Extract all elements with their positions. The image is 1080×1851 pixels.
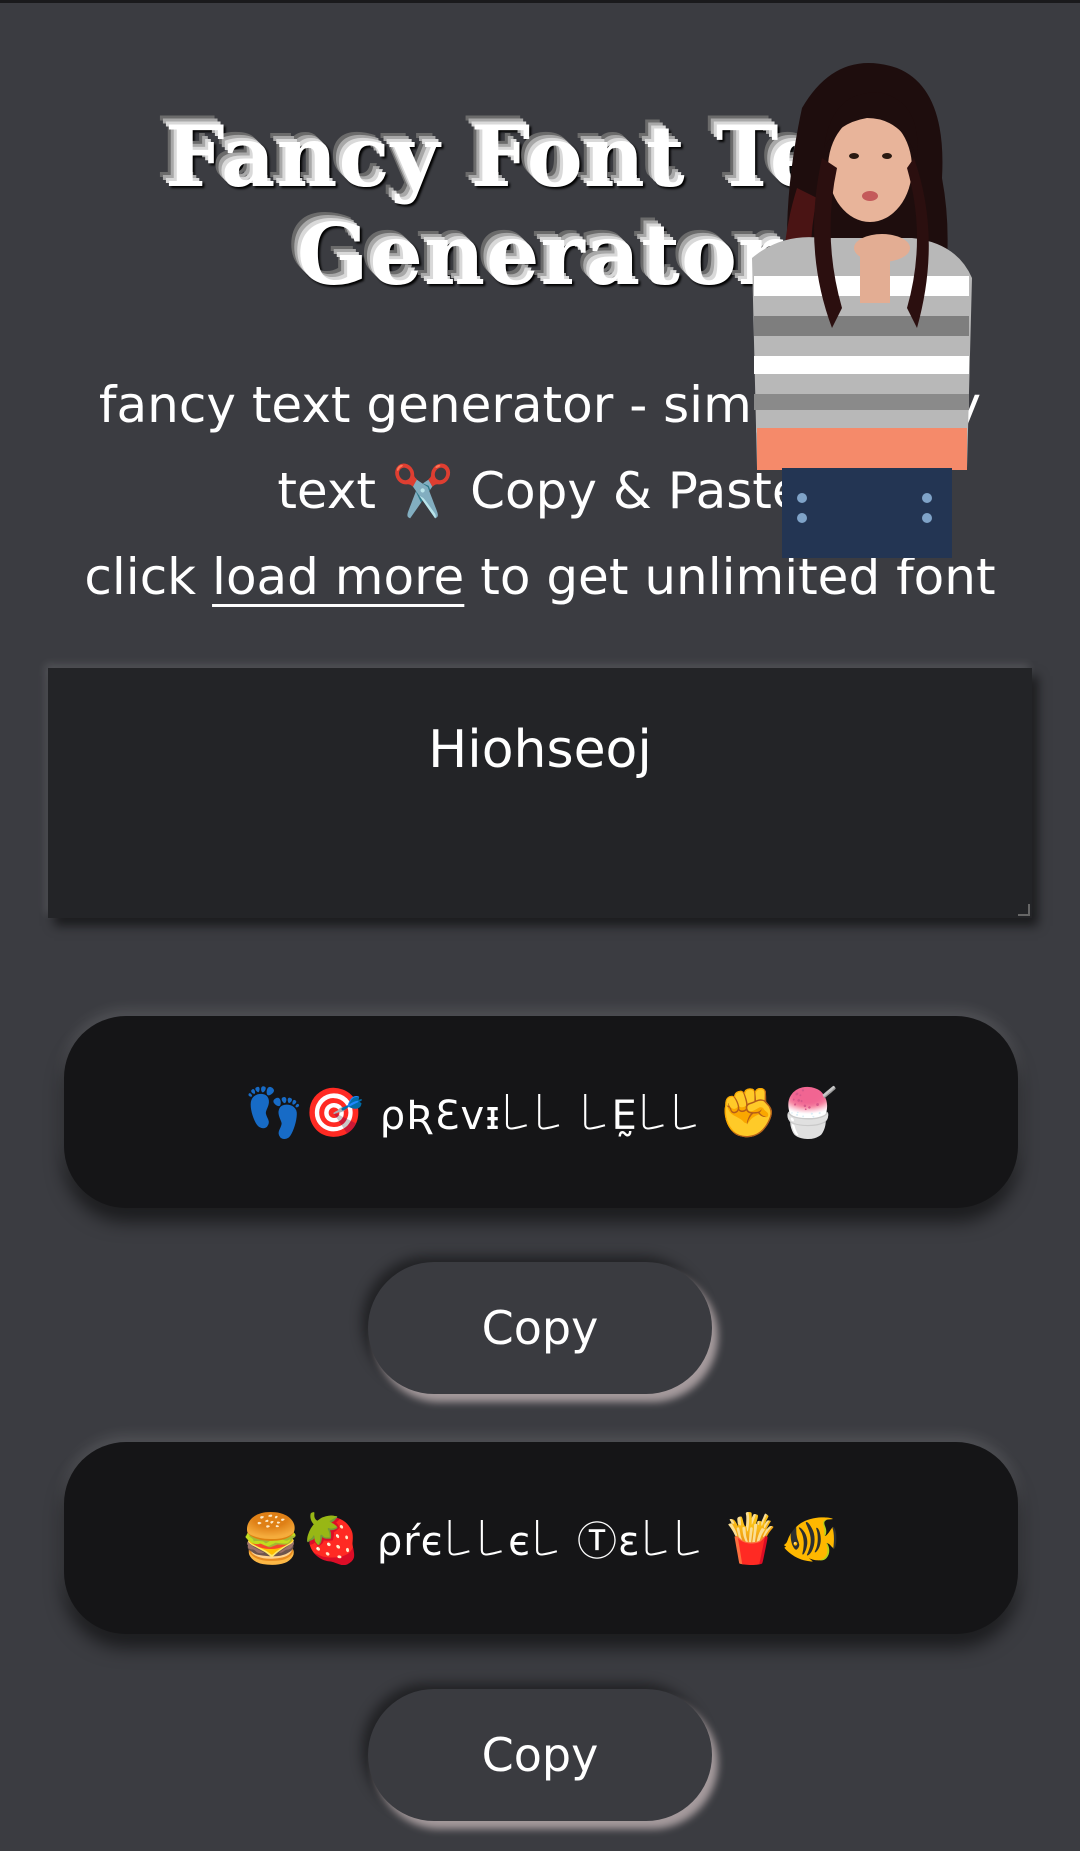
result-emoji-left: 👣🎯	[244, 1084, 364, 1141]
result-emoji-right: 🍟🐠	[721, 1510, 841, 1567]
intro-line-3-pre: click	[84, 548, 197, 606]
font-result-card[interactable]: 🍔🍓 ρŕє꒒꒒є꒒ Ⓣε꒒꒒ 🍟🐠	[64, 1442, 1018, 1634]
resize-grip[interactable]	[1018, 904, 1030, 916]
result-emoji-left: 🍔🍓	[241, 1510, 361, 1567]
text-input-box[interactable]	[48, 668, 1032, 918]
scissors-icon: ✂️	[391, 462, 455, 520]
person-photo	[752, 63, 972, 558]
load-more-link[interactable]: load more	[212, 548, 464, 606]
result-emoji-right: ✊🍧	[718, 1084, 838, 1141]
top-border	[0, 0, 1080, 3]
text-input[interactable]	[48, 668, 1032, 918]
copy-button[interactable]: Copy	[368, 1689, 712, 1821]
copy-button[interactable]: Copy	[368, 1262, 712, 1394]
result-fancy-text: ρŕє꒒꒒є꒒ Ⓣε꒒꒒	[376, 1519, 706, 1565]
result-fancy-text: ρƦƐvᵻ꒒꒒ ꒒Ḛ꒒꒒	[379, 1092, 703, 1139]
intro-line-2-pre: text	[277, 462, 377, 520]
font-result-card[interactable]: 👣🎯 ρƦƐvᵻ꒒꒒ ꒒Ḛ꒒꒒ ✊🍧	[64, 1016, 1018, 1208]
